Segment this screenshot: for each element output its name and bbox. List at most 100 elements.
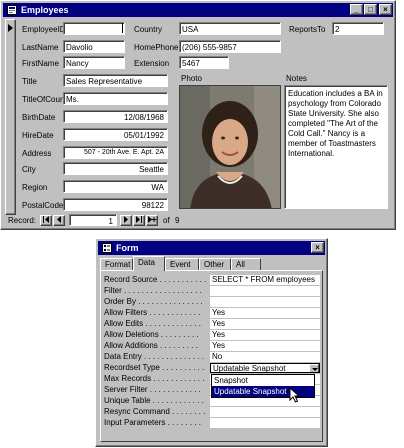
reports-to-field[interactable]: 2 — [332, 22, 384, 35]
title-of-courtesy-field[interactable]: Ms. — [63, 92, 168, 105]
last-record-icon — [136, 216, 142, 223]
record-label: Record: — [8, 216, 37, 225]
property-row-allow-filters[interactable]: Allow Filters . . . . . . . . . . . . Yes — [104, 308, 324, 318]
mouse-pointer-icon — [289, 387, 300, 403]
extension-field[interactable]: 5467 — [179, 56, 229, 69]
property-row-recordset-type[interactable]: Recordset Type . . . . . . . . . . Updata… — [104, 363, 324, 373]
maximize-button[interactable]: □ — [364, 4, 377, 15]
property-row-allow-edits[interactable]: Allow Edits . . . . . . . . . . . . . Yes — [104, 319, 324, 329]
record-navigation-bar: Record: 1 of 9 — [5, 214, 393, 227]
property-value[interactable]: SELECT * FROM employees — [210, 275, 320, 285]
city-field[interactable]: Seattle — [63, 162, 168, 175]
title-of-courtesy-label: TitleOfCourt — [22, 95, 65, 104]
property-label: Filter . . . . . . . . . . . . . . . . .… — [104, 286, 202, 295]
property-row-order-by[interactable]: Order By . . . . . . . . . . . . . . . — [104, 297, 324, 307]
hire-date-label: HireDate — [22, 131, 54, 140]
employees-window: Employees _ □ × EmployeeID LastName Davo… — [0, 0, 396, 230]
employee-id-field[interactable] — [63, 22, 125, 35]
property-value[interactable] — [210, 286, 320, 296]
property-label: Input Parameters . . . . . . . . — [104, 418, 201, 427]
property-label: Server Filter . . . . . . . . . . . . — [104, 385, 201, 394]
property-row-filter[interactable]: Filter . . . . . . . . . . . . . . . . .… — [104, 286, 324, 296]
employee-portrait-image — [180, 86, 280, 208]
region-field[interactable]: WA — [63, 180, 168, 193]
property-value[interactable]: Yes — [210, 308, 320, 318]
last-record-button[interactable] — [133, 215, 145, 226]
form-properties-window: Form × Format Data Event Other All Recor… — [95, 238, 328, 447]
form-properties-title: Form — [116, 243, 139, 253]
property-value[interactable]: Yes — [210, 341, 320, 351]
country-label: Country — [134, 25, 163, 34]
title-label: Title — [22, 77, 37, 86]
notes-field[interactable]: Education includes a BA in psychology fr… — [284, 85, 388, 209]
text-cursor — [122, 23, 123, 33]
form-properties-titlebar[interactable]: Form × — [98, 241, 325, 255]
properties-close-button[interactable]: × — [311, 242, 324, 253]
recordset-type-select[interactable]: Updatable Snapshot — [210, 363, 320, 373]
address-label: Address — [22, 149, 52, 158]
tab-event[interactable]: Event — [165, 258, 199, 270]
birth-date-field[interactable]: 12/08/1968 — [63, 110, 168, 123]
current-record-field[interactable]: 1 — [69, 214, 117, 226]
property-label: Order By . . . . . . . . . . . . . . . — [104, 297, 203, 306]
tab-other[interactable]: Other — [199, 258, 231, 270]
notes-label: Notes — [286, 74, 307, 83]
first-name-label: FirstName — [22, 59, 59, 68]
property-value[interactable]: No — [210, 352, 320, 362]
property-label: Unique Table . . . . . . . . . . . . — [104, 396, 204, 405]
new-record-button[interactable] — [146, 215, 158, 226]
record-selector[interactable] — [5, 19, 16, 215]
property-label: Allow Edits . . . . . . . . . . . . . — [104, 319, 201, 328]
property-row-data-entry[interactable]: Data Entry . . . . . . . . . . . . . . No — [104, 352, 324, 362]
last-name-field[interactable]: Davolio — [63, 40, 125, 53]
first-record-button[interactable] — [40, 215, 52, 226]
city-label: City — [22, 165, 36, 174]
dropdown-option-snapshot[interactable]: Snapshot — [212, 375, 314, 386]
employee-photo — [179, 85, 281, 209]
property-label: Allow Additions . . . . . . . . . — [104, 341, 198, 350]
tab-all[interactable]: All — [231, 258, 261, 270]
next-record-button[interactable] — [120, 215, 132, 226]
hire-date-field[interactable]: 05/01/1992 — [63, 128, 168, 141]
property-value[interactable] — [210, 407, 320, 417]
postal-code-field[interactable]: 98122 — [63, 198, 168, 211]
property-label: Data Entry . . . . . . . . . . . . . . — [104, 352, 205, 361]
property-value: Updatable Snapshot — [213, 364, 286, 373]
minimize-button[interactable]: _ — [350, 4, 363, 15]
reports-to-label: ReportsTo — [289, 25, 326, 34]
home-phone-label: HomePhone — [134, 43, 179, 52]
first-name-field[interactable]: Nancy — [63, 56, 125, 69]
new-record-icon — [147, 216, 156, 223]
property-label: Recordset Type . . . . . . . . . . — [104, 363, 205, 372]
record-total: 9 — [175, 216, 180, 225]
employees-title: Employees — [21, 5, 69, 15]
country-field[interactable]: USA — [179, 22, 281, 35]
property-row-allow-deletions[interactable]: Allow Deletions . . . . . . . . . Yes — [104, 330, 324, 340]
title-field[interactable]: Sales Representative — [63, 74, 168, 87]
previous-record-icon — [57, 216, 61, 223]
property-row-input-parameters[interactable]: Input Parameters . . . . . . . . — [104, 418, 324, 428]
previous-record-button[interactable] — [53, 215, 65, 226]
tab-data[interactable]: Data — [133, 256, 165, 271]
tab-format[interactable]: Format — [100, 258, 133, 270]
property-value[interactable] — [210, 418, 320, 428]
property-value[interactable]: Yes — [210, 319, 320, 329]
property-row-record-source[interactable]: Record Source . . . . . . . . . . . SELEC… — [104, 275, 324, 285]
address-field[interactable]: 507 - 20th Ave. E. Apt. 2A — [63, 146, 168, 159]
first-record-icon — [43, 216, 49, 223]
property-label: Record Source . . . . . . . . . . . — [104, 275, 207, 284]
chevron-down-icon[interactable] — [309, 364, 319, 372]
photo-label: Photo — [181, 74, 202, 83]
home-phone-field[interactable]: (206) 555-9857 — [179, 40, 281, 53]
close-button[interactable]: × — [379, 4, 392, 15]
current-record-arrow-icon — [8, 24, 13, 32]
birth-date-label: BirthDate — [22, 113, 56, 122]
property-row-allow-additions[interactable]: Allow Additions . . . . . . . . . Yes — [104, 341, 324, 351]
properties-icon — [102, 243, 112, 253]
employees-titlebar[interactable]: Employees _ □ × — [3, 3, 393, 17]
data-properties-panel: Record Source . . . . . . . . . . . SELEC… — [100, 270, 323, 442]
property-row-resync-command[interactable]: Resync Command . . . . . . . . — [104, 407, 324, 417]
property-value[interactable]: Yes — [210, 330, 320, 340]
property-label: Resync Command . . . . . . . . — [104, 407, 206, 416]
property-value[interactable] — [210, 297, 320, 307]
